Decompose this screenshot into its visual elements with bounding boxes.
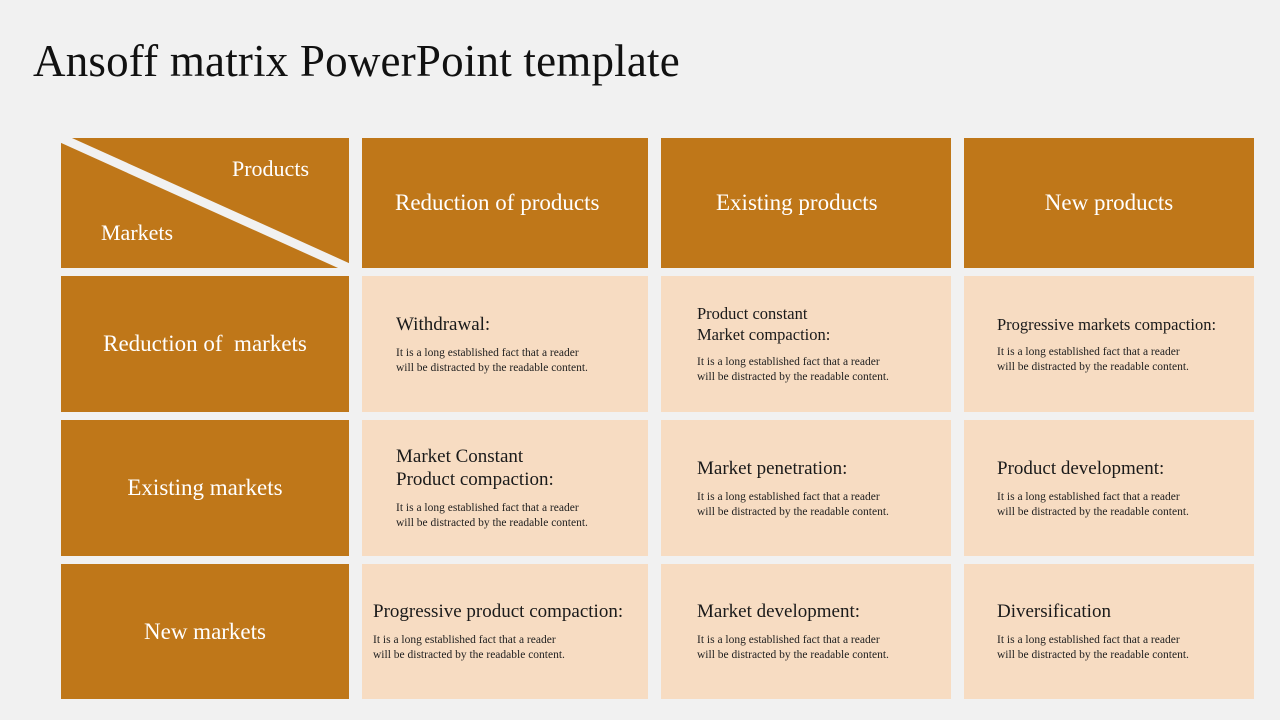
row-header-label: Existing markets — [127, 475, 283, 500]
column-header-label: New products — [1044, 190, 1174, 215]
row-header-label: Reduction of markets — [103, 331, 307, 356]
row-header-existing-markets[interactable]: Existing markets — [61, 420, 349, 556]
corner-label-products: Products — [232, 156, 309, 181]
row-header-reduction-of-markets[interactable]: Reduction of markets — [61, 276, 349, 412]
matrix-corner-cell: Products Markets — [61, 138, 349, 268]
cell-body: It is a long established fact that a rea… — [997, 634, 1189, 661]
column-header-reduction-of-products[interactable]: Reduction of products — [362, 138, 648, 268]
matrix-cell-withdrawal[interactable]: Withdrawal: It is a long established fac… — [362, 276, 648, 412]
column-header-existing-products[interactable]: Existing products — [661, 138, 951, 268]
matrix-cell-market-penetration[interactable]: Market penetration: It is a long establi… — [661, 420, 951, 556]
cell-heading: Product constant Market compaction: — [697, 304, 831, 344]
matrix-cell-market-constant-product-compaction[interactable]: Market Constant Product compaction: It i… — [362, 420, 648, 556]
cell-body: It is a long established fact that a rea… — [997, 490, 1189, 518]
cell-heading: Market penetration: — [697, 457, 848, 479]
cell-heading: Progressive product compaction: — [373, 601, 624, 622]
column-header-new-products[interactable]: New products — [964, 138, 1254, 268]
matrix-cell-diversification[interactable]: Diversification It is a long established… — [964, 564, 1254, 699]
cell-body: It is a long established fact that a rea… — [373, 634, 565, 661]
matrix-cell-market-development[interactable]: Market development: It is a long establi… — [661, 564, 951, 699]
matrix-cell-progressive-product-compaction[interactable]: Progressive product compaction: It is a … — [362, 564, 648, 699]
cell-body: It is a long established fact that a rea… — [697, 356, 889, 383]
cell-body: It is a long established fact that a rea… — [697, 490, 889, 518]
cell-heading: Market Constant Product compaction: — [396, 446, 554, 490]
cell-heading: Diversification — [997, 601, 1111, 622]
ansoff-matrix: Products Markets Reduction of products E… — [61, 138, 1256, 699]
cell-body: It is a long established fact that a rea… — [396, 346, 588, 374]
row-header-new-markets[interactable]: New markets — [61, 564, 349, 699]
matrix-cell-progressive-markets-compaction[interactable]: Progressive markets compaction: It is a … — [964, 276, 1254, 412]
cell-heading: Market development: — [697, 601, 861, 622]
cell-heading: Product development: — [997, 457, 1165, 479]
page-title: Ansoff matrix PowerPoint template — [33, 36, 680, 86]
cell-body: It is a long established fact that a rea… — [997, 345, 1189, 373]
cell-body: It is a long established fact that a rea… — [396, 502, 588, 529]
matrix-cell-product-development[interactable]: Product development: It is a long establ… — [964, 420, 1254, 556]
cell-heading: Progressive markets compaction: — [997, 314, 1217, 334]
corner-label-markets: Markets — [101, 220, 174, 245]
column-header-label: Reduction of products — [395, 190, 600, 215]
matrix-cell-product-constant-market-compaction[interactable]: Product constant Market compaction: It i… — [661, 276, 951, 412]
cell-heading: Withdrawal: — [396, 313, 491, 335]
cell-body: It is a long established fact that a rea… — [697, 634, 889, 661]
column-header-label: Existing products — [716, 190, 878, 215]
row-header-label: New markets — [144, 618, 266, 644]
